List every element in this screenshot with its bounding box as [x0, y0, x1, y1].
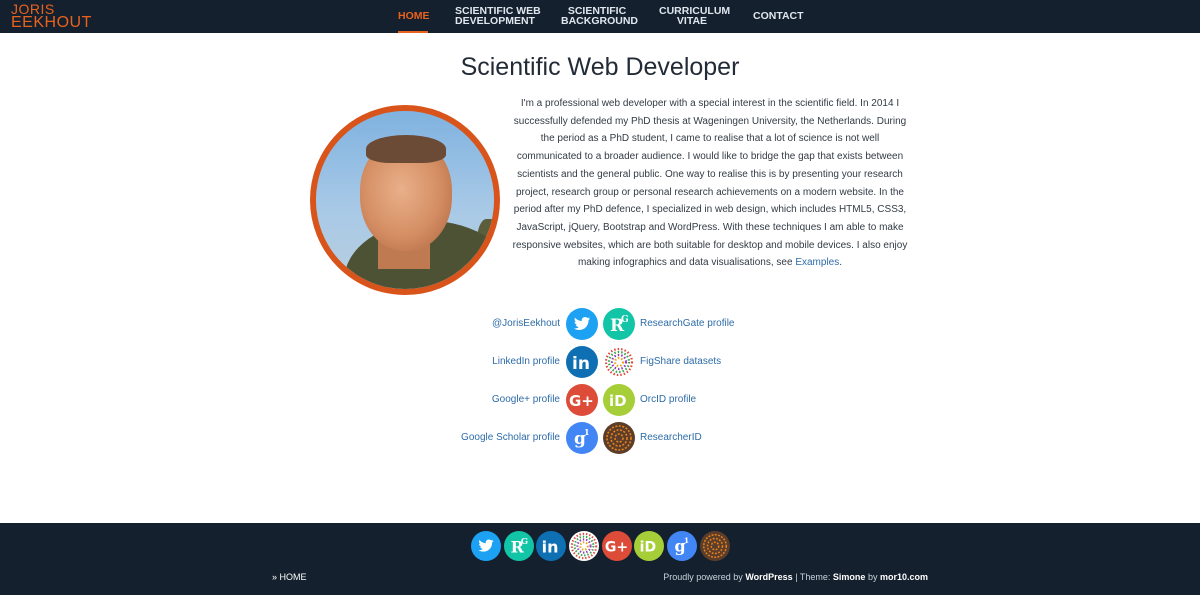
researchgate-icon[interactable]: RG: [504, 531, 534, 561]
google-scholar-icon[interactable]: g1: [667, 531, 697, 561]
google-scholar-glyph: g1: [675, 536, 690, 555]
googleplus-profile-link[interactable]: Google+ profile: [492, 384, 560, 416]
nav-scientific-background[interactable]: SCIENTIFIC BACKGROUND: [561, 0, 638, 33]
breadcrumb-arrow: »: [272, 572, 278, 582]
profile-row: LinkedIn profile in FigShare datasets: [0, 346, 1200, 378]
orcid-glyph: iD: [640, 540, 656, 556]
google-scholar-profile-link[interactable]: Google Scholar profile: [461, 422, 560, 454]
svg-text:in: in: [542, 538, 559, 557]
svg-text:G+: G+: [605, 540, 628, 556]
page-title: Scientific Web Developer: [460, 53, 740, 81]
googleplus-icon[interactable]: G+: [566, 384, 598, 416]
svg-text:iD: iD: [609, 392, 627, 410]
nav-contact[interactable]: CONTACT: [753, 0, 804, 33]
credit-prefix: Proudly powered by: [663, 572, 743, 582]
figshare-glyph: [570, 532, 598, 560]
researchgate-profile-link[interactable]: ResearchGate profile: [640, 308, 735, 340]
researcherid-icon[interactable]: [700, 531, 730, 561]
footer-credit: Proudly powered by WordPress | Theme: Si…: [663, 572, 928, 582]
researchgate-glyph: RG: [511, 536, 529, 556]
svg-text:G: G: [621, 315, 629, 325]
orcid-profile-link[interactable]: OrcID profile: [640, 384, 696, 416]
mor10-link[interactable]: mor10.com: [880, 572, 928, 582]
svg-text:1: 1: [584, 427, 590, 437]
linkedin-glyph: in: [572, 354, 590, 374]
breadcrumb-home-link[interactable]: HOME: [280, 572, 307, 582]
nav-contact-label: CONTACT: [753, 10, 804, 22]
nav-swd-line2: DEVELOPMENT: [455, 15, 535, 27]
googleplus-icon[interactable]: G+: [602, 531, 632, 561]
nav-cv-line1: CURRICULUM: [659, 5, 731, 17]
photo-hair: [366, 135, 446, 163]
profile-row: Google+ profile G+ iD OrcID profile: [0, 384, 1200, 416]
nav-home[interactable]: HOME: [398, 0, 430, 33]
twitter-icon[interactable]: [566, 308, 598, 340]
site-footer: RG in G+ iD g1 » HOME Proudly powered by…: [0, 523, 1200, 595]
researcherid-icon[interactable]: [603, 422, 635, 454]
intro-text: I'm a professional web developer with a …: [512, 98, 908, 269]
orcid-icon[interactable]: iD: [603, 384, 635, 416]
nav-curriculum-vitae[interactable]: CURRICULUM VITAE: [659, 0, 731, 33]
nav-swd-line1: SCIENTIFIC WEB: [455, 5, 541, 17]
intro-paragraph: I'm a professional web developer with a …: [510, 95, 910, 272]
researcherid-link[interactable]: ResearcherID: [640, 422, 702, 454]
svg-text:in: in: [572, 354, 590, 374]
google-scholar-icon[interactable]: g1: [566, 422, 598, 454]
footer-breadcrumb: » HOME: [272, 572, 307, 582]
twitter-bird-glyph: [478, 539, 494, 552]
researcherid-glyph: [703, 534, 727, 558]
researchgate-icon[interactable]: RG: [603, 308, 635, 340]
svg-text:iD: iD: [640, 540, 656, 556]
orcid-glyph: iD: [609, 392, 627, 410]
nav-scientific-web-development[interactable]: SCIENTIFIC WEB DEVELOPMENT: [455, 0, 541, 33]
orcid-icon[interactable]: iD: [634, 531, 664, 561]
credit-by: by: [867, 572, 878, 582]
logo-line-2: EEKHOUT: [11, 14, 92, 31]
nav-sb-line1: SCIENTIFIC: [567, 5, 627, 17]
wordpress-link[interactable]: WordPress: [745, 572, 792, 582]
svg-text:1: 1: [684, 536, 689, 545]
nav-home-label: HOME: [398, 10, 430, 22]
researchgate-glyph: RG: [610, 315, 629, 336]
figshare-icon[interactable]: [569, 531, 599, 561]
nav-cv-line2: VITAE: [676, 15, 708, 27]
site-logo[interactable]: JORIS EEKHOUT: [10, 1, 105, 32]
twitter-icon[interactable]: [471, 531, 501, 561]
svg-text:G+: G+: [569, 392, 594, 410]
twitter-bird-glyph: [574, 317, 590, 330]
profile-row: @JorisEekhout RG ResearchGate profile: [0, 308, 1200, 340]
google-scholar-glyph: g1: [574, 427, 590, 449]
linkedin-icon[interactable]: in: [536, 531, 566, 561]
linkedin-profile-link[interactable]: LinkedIn profile: [492, 346, 560, 378]
profile-row: Google Scholar profile g1 ResearcherID: [0, 422, 1200, 454]
nav-sb-line2: BACKGROUND: [561, 15, 638, 27]
linkedin-glyph: in: [542, 538, 559, 557]
linkedin-icon[interactable]: in: [566, 346, 598, 378]
twitter-profile-link[interactable]: @JorisEekhout: [492, 308, 560, 340]
figshare-datasets-link[interactable]: FigShare datasets: [640, 346, 721, 378]
examples-link[interactable]: Examples: [795, 257, 839, 268]
researcherid-glyph: [606, 425, 632, 451]
svg-text:G: G: [521, 536, 528, 546]
figshare-glyph: [604, 347, 634, 377]
avatar-photo: [310, 105, 500, 295]
credit-separator: | Theme:: [795, 572, 831, 582]
intro-end: .: [839, 257, 843, 269]
googleplus-glyph: G+: [605, 540, 628, 556]
googleplus-glyph: G+: [569, 392, 594, 410]
top-navigation-bar: JORIS EEKHOUT HOME SCIENTIFIC WEB DEVELO…: [0, 0, 1200, 33]
figshare-icon[interactable]: [603, 346, 635, 378]
theme-simone-link[interactable]: Simone: [833, 572, 866, 582]
